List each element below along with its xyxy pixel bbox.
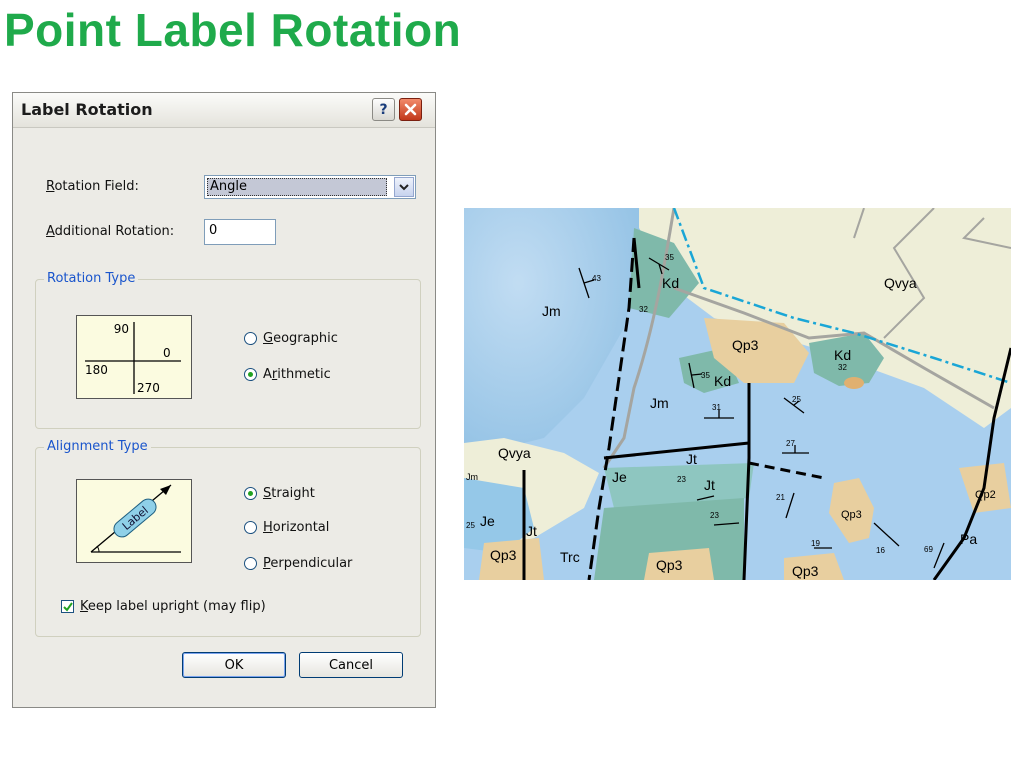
- rotation-axes-icon: 90 0 180 270: [85, 322, 181, 395]
- map-unit-label: Qp2: [975, 489, 996, 501]
- rotation-field-value: Angle: [207, 178, 387, 196]
- geologic-map: Jm Kd Kd Kd Qp3 Qvya Qvya Je Je Jm Jt Jt…: [464, 208, 1011, 580]
- checkmark-icon: [62, 601, 73, 612]
- cancel-button[interactable]: Cancel: [299, 652, 403, 678]
- angle-90-label: 90: [114, 322, 129, 336]
- dip-value: 23: [710, 511, 719, 520]
- label-rotation-dialog: Label Rotation ? Rotation Field: Angle A…: [12, 92, 436, 708]
- dip-value: 21: [776, 493, 785, 502]
- map-unit-label: Qp3: [792, 563, 819, 579]
- radio-straight[interactable]: Straight: [244, 486, 315, 501]
- checkbox-box[interactable]: [61, 600, 74, 613]
- keep-upright-label: Keep label upright (may flip): [80, 599, 266, 614]
- angle-0-label: 0: [163, 346, 171, 360]
- dip-value: 25: [792, 395, 801, 404]
- angle-180-label: 180: [85, 363, 108, 377]
- radio-button[interactable]: [244, 332, 257, 345]
- map-unit-label: Jt: [686, 451, 697, 467]
- additional-rotation-input[interactable]: 0: [204, 219, 276, 245]
- alignment-diagram: Label: [76, 479, 192, 563]
- map-unit-label: Pa: [960, 531, 977, 547]
- straight-label-icon: Label: [90, 484, 181, 553]
- map-unit-label: Qp3: [656, 557, 683, 573]
- dip-value: 16: [876, 546, 885, 555]
- radio-button[interactable]: [244, 521, 257, 534]
- dropdown-button[interactable]: [394, 177, 414, 197]
- map-unit-label: Qvya: [884, 275, 917, 291]
- radio-button[interactable]: [244, 557, 257, 570]
- map-unit-label: Jm: [466, 472, 478, 482]
- radio-straight-label: Straight: [263, 486, 315, 501]
- map-unit-label: Jt: [526, 523, 537, 539]
- dip-value: 23: [677, 475, 686, 484]
- map-unit-label: Jm: [650, 395, 669, 411]
- geologic-map-image: Jm Kd Kd Kd Qp3 Qvya Qvya Je Je Jm Jt Jt…: [464, 208, 1011, 580]
- ok-button[interactable]: OK: [182, 652, 286, 678]
- map-unit-label: Kd: [662, 275, 679, 291]
- dip-value: 32: [639, 305, 648, 314]
- dip-value: 31: [712, 403, 721, 412]
- radio-arithmetic-label: Arithmetic: [263, 367, 331, 382]
- map-unit-label: Je: [480, 513, 495, 529]
- additional-rotation-label: Additional Rotation:: [46, 224, 175, 239]
- radio-geographic[interactable]: Geographic: [244, 331, 338, 346]
- dialog-titlebar[interactable]: Label Rotation ?: [13, 93, 435, 128]
- rotation-type-legend: Rotation Type: [44, 271, 139, 286]
- map-unit-label: Qvya: [498, 445, 531, 461]
- rotation-field-select[interactable]: Angle: [204, 175, 416, 199]
- radio-button-selected[interactable]: [244, 368, 257, 381]
- keep-upright-checkbox[interactable]: Keep label upright (may flip): [61, 599, 266, 614]
- radio-horizontal[interactable]: Horizontal: [244, 520, 329, 535]
- rotation-field-label: Rotation Field:: [46, 179, 139, 194]
- dip-value: 32: [838, 363, 847, 372]
- close-icon: [404, 103, 417, 116]
- dip-value: 43: [592, 274, 601, 283]
- radio-arithmetic[interactable]: Arithmetic: [244, 367, 331, 382]
- radio-perpendicular-label: Perpendicular: [263, 556, 353, 571]
- map-unit-label: Jt: [704, 477, 715, 493]
- dip-value: 35: [701, 371, 710, 380]
- close-button[interactable]: [399, 98, 422, 121]
- dip-value: 35: [665, 253, 674, 262]
- dialog-title: Label Rotation: [21, 100, 153, 119]
- dip-value: 69: [924, 545, 933, 554]
- map-unit-label: Qp3: [841, 509, 862, 521]
- rotation-diagram: 90 0 180 270: [76, 315, 192, 399]
- dip-value: 25: [466, 521, 475, 530]
- rotation-type-group: Rotation Type 90 0 180 270 Geographic Ar…: [35, 271, 421, 429]
- radio-geographic-label: Geographic: [263, 331, 338, 346]
- map-unit-label: Kd: [714, 373, 731, 389]
- alignment-type-legend: Alignment Type: [44, 439, 151, 454]
- radio-button-selected[interactable]: [244, 487, 257, 500]
- angle-270-label: 270: [137, 381, 160, 395]
- map-unit-label: Je: [612, 469, 627, 485]
- help-button[interactable]: ?: [372, 98, 395, 121]
- dip-value: 27: [786, 439, 795, 448]
- map-unit-label: Qp3: [732, 337, 759, 353]
- map-unit-label: Kd: [834, 347, 851, 363]
- map-unit-label: Trc: [560, 549, 580, 565]
- radio-perpendicular[interactable]: Perpendicular: [244, 556, 352, 571]
- radio-horizontal-label: Horizontal: [263, 520, 330, 535]
- map-unit-label: Jm: [542, 303, 561, 319]
- dip-value: 19: [811, 539, 820, 548]
- map-unit-label: Qp3: [490, 547, 517, 563]
- help-icon: ?: [379, 101, 388, 118]
- chevron-down-icon: [399, 183, 409, 190]
- slide-title: Point Label Rotation: [4, 4, 462, 56]
